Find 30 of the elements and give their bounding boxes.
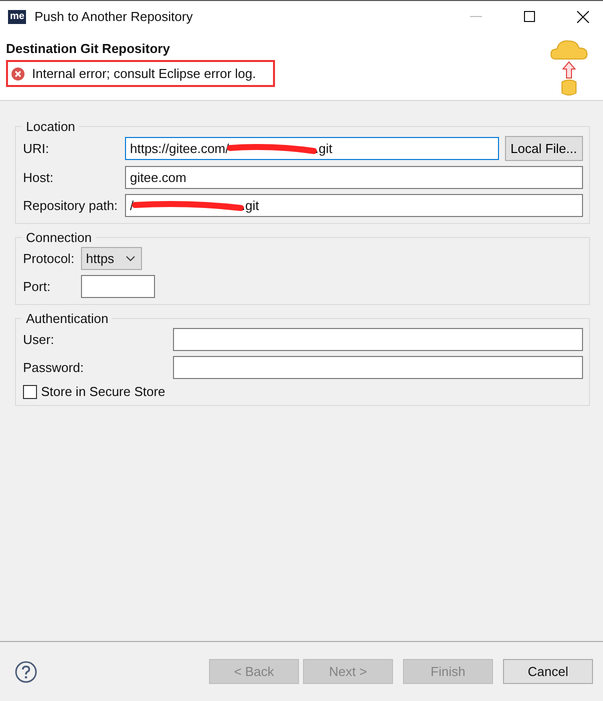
group-legend: Authentication <box>22 311 112 326</box>
user-field[interactable] <box>173 328 583 351</box>
help-icon[interactable] <box>15 660 37 682</box>
wizard-button[interactable]: Cancel <box>503 659 593 684</box>
local-file-button[interactable]: Local File... <box>504 136 583 161</box>
protocol-dropdown[interactable]: https <box>81 247 142 270</box>
uri-field[interactable]: https://gitee.com/ .git <box>125 137 499 160</box>
app-icon: me <box>8 10 26 24</box>
group-legend: Location <box>22 119 80 134</box>
repository-path-field[interactable]: / .git <box>125 194 583 217</box>
maximize-icon[interactable] <box>524 11 535 22</box>
error-icon <box>11 66 25 80</box>
field-label: Password: <box>23 360 85 375</box>
field-label: Protocol: <box>23 251 75 266</box>
password-field[interactable] <box>173 356 583 379</box>
host-field[interactable]: gitee.com <box>125 166 583 189</box>
field-label: User: <box>23 332 56 347</box>
group-legend: Connection <box>22 230 96 245</box>
close-icon[interactable] <box>577 10 589 22</box>
checkbox-label[interactable]: Store in Secure Store <box>41 384 166 399</box>
field-label: Host: <box>23 170 54 185</box>
error-text: Internal error; consult Eclipse error log. <box>32 66 256 81</box>
page-title: Destination Git Repository <box>6 41 171 56</box>
field-label: Port: <box>23 279 52 294</box>
field-label: Repository path: <box>23 198 119 213</box>
port-field[interactable] <box>81 275 155 298</box>
chevron-down-icon <box>126 256 136 262</box>
window-title: Push to Another Repository <box>34 9 193 24</box>
checkbox[interactable] <box>23 384 37 398</box>
field-label: URI: <box>23 141 50 156</box>
